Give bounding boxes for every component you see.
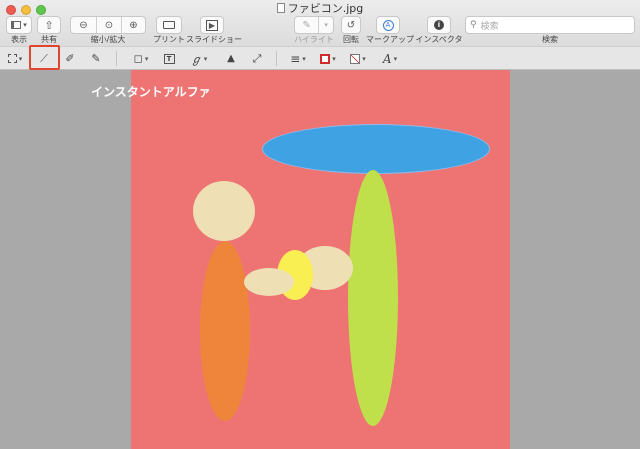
shapes-icon: ◻: [133, 52, 143, 65]
rectangular-selection-icon: [7, 54, 17, 63]
shapes-tool[interactable]: ◻ ▾: [128, 50, 154, 67]
sketch-tool[interactable]: ✐: [60, 50, 80, 67]
highlighter-segment: ✎: [295, 17, 318, 33]
orange-oval: [200, 241, 250, 421]
chevron-down-icon: ▾: [332, 54, 336, 63]
highlight-menu-segment: ▾: [318, 17, 333, 33]
view-button[interactable]: ▾: [6, 16, 32, 34]
blue-oval: [263, 125, 489, 173]
preview-window: ファビコン.jpg ▾ 表示 ⇧ 共有 ⊖ ⊙ ⊕ 縮小/拡大 プリント ▶ ス…: [0, 0, 640, 449]
image-canvas: [131, 70, 510, 449]
info-icon: i: [434, 20, 444, 30]
text-box-icon: T: [163, 53, 175, 64]
window-title-text: ファビコン.jpg: [287, 2, 364, 15]
slideshow-button[interactable]: ▶: [200, 16, 224, 34]
draw-pen-icon: ✎: [91, 52, 101, 65]
search-label: 検索: [542, 35, 558, 44]
play-icon: ▶: [205, 19, 219, 31]
text-tool[interactable]: T: [160, 50, 178, 67]
search-placeholder: 検索: [480, 21, 499, 32]
selection-tool[interactable]: ▾: [4, 50, 26, 67]
chevron-down-icon: ▾: [23, 21, 27, 29]
chevron-down-icon: ▾: [203, 54, 208, 63]
chevron-down-icon: ▾: [302, 54, 306, 63]
print-button[interactable]: [156, 16, 182, 34]
highlight-label: ハイライト: [294, 35, 334, 44]
no-fill-icon: [350, 53, 361, 64]
adjust-color-icon: ▲: [227, 53, 235, 64]
cream-circle: [193, 181, 255, 241]
zoom-out-icon: ⊖: [79, 19, 88, 31]
text-style-tool[interactable]: A ▾: [378, 50, 402, 67]
window-title: ファビコン.jpg: [0, 2, 640, 16]
markup-button[interactable]: A: [376, 16, 400, 34]
inspector-label: インスペクタ: [415, 35, 463, 44]
markup-label: マークアップ: [366, 35, 414, 44]
border-color-tool[interactable]: ▾: [316, 50, 340, 67]
line-style-icon: ≡: [290, 51, 301, 66]
slideshow-label: スライドショー: [186, 35, 242, 44]
fill-color-tool[interactable]: ▾: [346, 50, 370, 67]
instant-alpha-highlight: [29, 45, 60, 70]
titlebar: ファビコン.jpg ▾ 表示 ⇧ 共有 ⊖ ⊙ ⊕ 縮小/拡大 プリント ▶ ス…: [0, 0, 640, 46]
toolbar-divider: [276, 51, 277, 66]
sidebar-icon: [11, 21, 22, 29]
rotate-button[interactable]: ↺: [341, 16, 361, 34]
inspector-button[interactable]: i: [427, 16, 451, 34]
canvas-caption: インスタントアルファ: [91, 85, 211, 99]
share-label: 共有: [41, 35, 57, 44]
draw-tool[interactable]: ✎: [86, 50, 106, 67]
font-icon: A: [382, 51, 392, 66]
chevron-down-icon: ▾: [362, 54, 366, 63]
adjust-color-tool[interactable]: ▲: [222, 50, 240, 67]
rotate-icon: ↺: [346, 19, 356, 31]
border-color-swatch: [320, 53, 331, 64]
zoom-group: ⊖ ⊙ ⊕: [70, 16, 146, 34]
toolbar-divider: [116, 51, 117, 66]
printer-icon: [163, 21, 175, 29]
zoom-label: 縮小/拡大: [90, 35, 126, 44]
view-label: 表示: [11, 35, 27, 44]
markup-toolbar: ▾ ⟋ ✐ ✎ ◻ ▾ T ℊ ▾ ▲ ⤢ ≡ ▾ ▾ ▾ A ▾: [0, 46, 640, 70]
zoom-in-icon: ⊕: [129, 19, 138, 31]
rotate-label: 回転: [343, 35, 359, 44]
markup-pen-icon: A: [382, 19, 394, 31]
cream-oval-left: [244, 268, 294, 296]
chevron-down-icon: ▾: [324, 21, 328, 29]
actual-size-icon: ⊙: [104, 19, 114, 31]
share-button[interactable]: ⇧: [37, 16, 61, 34]
shape-style-tool[interactable]: ≡ ▾: [286, 50, 310, 67]
adjust-size-tool[interactable]: ⤢: [248, 50, 266, 67]
zoom-out-button[interactable]: ⊖: [71, 17, 96, 33]
search-field[interactable]: ⚲ 検索: [465, 16, 635, 34]
highlighter-icon: ✎: [302, 19, 311, 31]
print-label: プリント: [153, 35, 185, 44]
zoom-in-button[interactable]: ⊕: [121, 17, 145, 33]
highlight-button[interactable]: ✎ ▾: [294, 16, 334, 34]
document-icon: [276, 3, 285, 13]
chevron-down-icon: ▾: [144, 54, 149, 63]
sign-tool[interactable]: ℊ ▾: [186, 50, 212, 67]
sketch-pen-icon: ✐: [65, 52, 75, 65]
search-icon: ⚲: [470, 20, 477, 30]
resize-icon: ⤢: [252, 51, 262, 65]
chevron-down-icon: ▾: [393, 54, 398, 63]
actual-size-button[interactable]: ⊙: [96, 17, 121, 33]
chevron-down-icon: ▾: [18, 54, 23, 63]
green-oval: [348, 170, 398, 426]
signature-icon: ℊ: [190, 52, 202, 66]
share-icon: ⇧: [44, 18, 54, 32]
